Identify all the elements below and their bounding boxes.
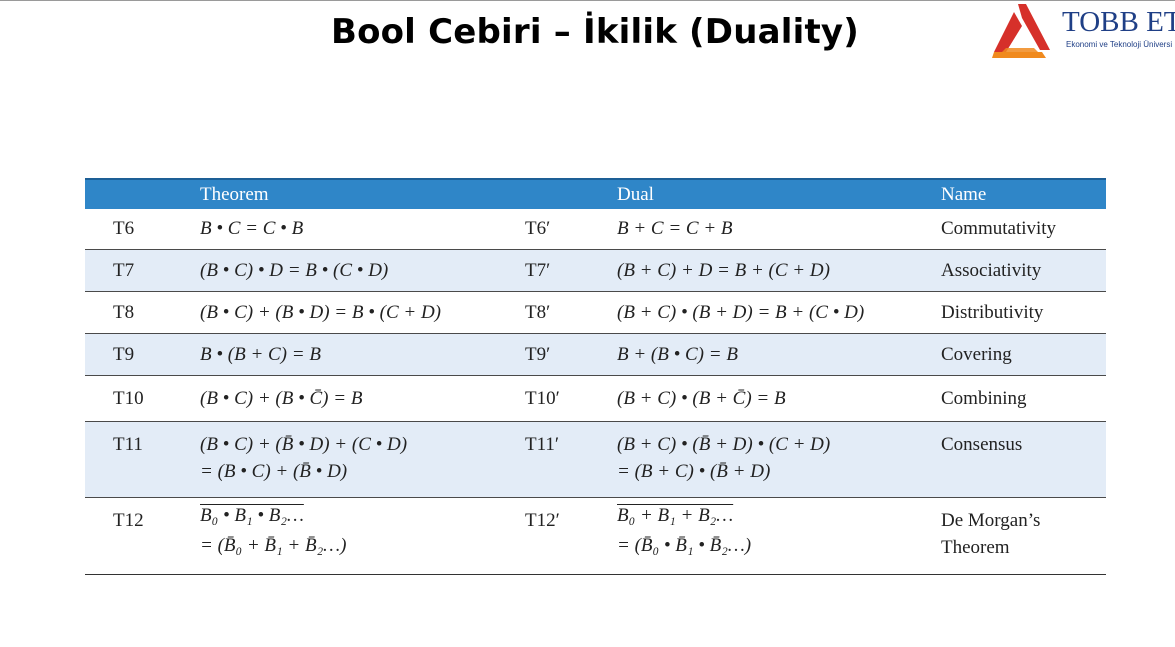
theorem-id: T6	[113, 218, 135, 239]
dual-id: T6′	[525, 218, 551, 239]
table-row: T12 B₀ • B₁ • B₂… = (B̄₀ + B̄₁ + B̄₂…) T…	[85, 498, 1106, 575]
theorem-name-line-1: De Morgan’s	[941, 510, 1041, 531]
dual-id: T10′	[525, 388, 560, 409]
theorem-name: Combining	[941, 388, 1027, 409]
theorem-name: Distributivity	[941, 302, 1044, 323]
dual-expression: (B + C) • (B + D) = B + (C • D)	[617, 302, 865, 323]
table-row: T8 (B • C) + (B • D) = B • (C + D) T8′ (…	[85, 292, 1106, 334]
dual-expression: B + C = C + B	[617, 218, 733, 239]
theorem-id: T9	[113, 344, 135, 365]
table-row: T7 (B • C) • D = B • (C • D) T7′ (B + C)…	[85, 250, 1106, 292]
university-logo: TOBB ET Ekonomi ve Teknoloji Üniversi	[992, 2, 1175, 58]
theorem-expression-line-2: = (B • C) + (B̄ • D)	[200, 461, 348, 482]
theorem-expression-line-2: = (B̄₀ + B̄₁ + B̄₂…)	[200, 535, 347, 556]
dual-expression: (B + C) + D = B + (C + D)	[617, 260, 830, 281]
theorem-name: Commutativity	[941, 218, 1057, 239]
theorem-expression: (B • C) + (B • C̄) = B	[200, 388, 363, 409]
table-row: T6 B • C = C • B T6′ B + C = C + B Commu…	[85, 209, 1106, 250]
table-row: T10 (B • C) + (B • C̄) = B T10′ (B + C) …	[85, 376, 1106, 422]
logo-name: TOBB ET	[1062, 6, 1175, 38]
theorem-expression-line-1: (B • C) + (B̄ • D) + (C • D)	[200, 434, 408, 455]
theorem-name: Consensus	[941, 434, 1023, 455]
dual-id: T11′	[525, 434, 560, 455]
logo-subtitle: Ekonomi ve Teknoloji Üniversi	[1066, 40, 1173, 49]
theorem-id: T11	[113, 434, 143, 455]
top-border-line	[0, 0, 1175, 1]
logo-mark-icon	[992, 4, 1050, 58]
header-name: Name	[941, 184, 987, 205]
theorem-id: T10	[113, 388, 144, 409]
theorem-id: T7	[113, 260, 135, 281]
dual-expression: B + (B • C) = B	[617, 344, 738, 365]
table-row: T11 (B • C) + (B̄ • D) + (C • D) = (B • …	[85, 422, 1106, 498]
dual-id: T7′	[525, 260, 551, 281]
theorem-name: Associativity	[941, 260, 1042, 281]
theorem-name-line-2: Theorem	[941, 537, 1010, 558]
dual-id: T12′	[525, 510, 560, 531]
dual-expression-line-2: = (B̄₀ • B̄₁ • B̄₂…)	[617, 535, 752, 556]
dual-expression-line-1: (B + C) • (B̄ + D) • (C + D)	[617, 434, 831, 455]
header-theorem: Theorem	[200, 184, 269, 205]
theorem-expression-line-1: B₀ • B₁ • B₂…	[200, 505, 304, 526]
dual-expression: (B + C) • (B + C̄) = B	[617, 388, 786, 409]
dual-id: T8′	[525, 302, 551, 323]
theorem-expression: B • C = C • B	[200, 218, 304, 239]
theorem-expression: (B • C) • D = B • (C • D)	[200, 260, 389, 281]
theorem-id: T8	[113, 302, 135, 323]
theorem-id: T12	[113, 510, 144, 531]
boolean-theorems-table: Theorem Dual Name T6 B • C = C • B T6′ B…	[85, 178, 1106, 575]
theorem-name: Covering	[941, 344, 1012, 365]
header-dual: Dual	[617, 184, 654, 205]
theorem-expression: (B • C) + (B • D) = B • (C + D)	[200, 302, 441, 323]
dual-id: T9′	[525, 344, 551, 365]
table-header: Theorem Dual Name	[85, 178, 1106, 209]
theorem-expression: B • (B + C) = B	[200, 344, 321, 365]
table-row: T9 B • (B + C) = B T9′ B + (B • C) = B C…	[85, 334, 1106, 376]
dual-expression-line-2: = (B + C) • (B̄ + D)	[617, 461, 771, 482]
dual-expression-line-1: B₀ + B₁ + B₂…	[617, 505, 734, 526]
